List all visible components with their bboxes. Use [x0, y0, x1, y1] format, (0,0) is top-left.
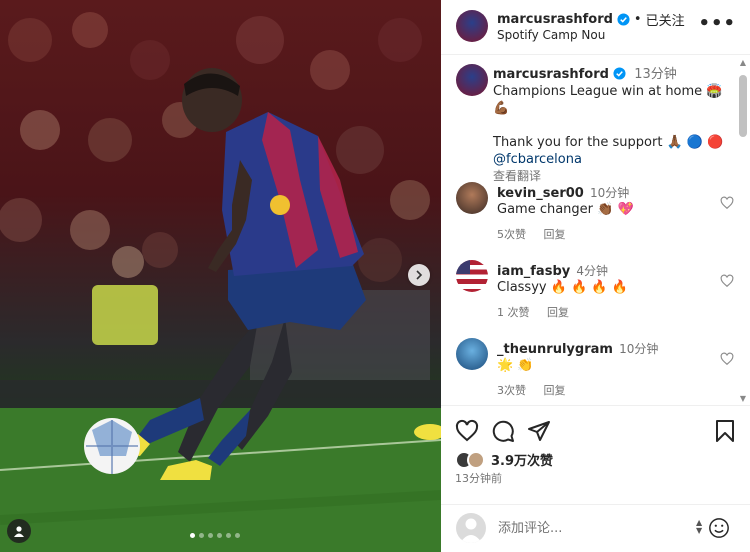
heart-icon[interactable]	[455, 419, 479, 443]
post-header: marcusrashford • 已关注 Spotify Camp Nou ••…	[441, 0, 750, 55]
bookmark-icon[interactable]	[714, 419, 736, 443]
comment-text: Game changer 👏🏾 💖	[497, 202, 634, 217]
current-user-avatar	[456, 513, 486, 543]
add-comment-bar: ▲▼	[441, 504, 750, 552]
post-time-ago: 13分钟前	[455, 472, 502, 485]
verified-badge-icon	[617, 13, 630, 26]
stepper-arrows-icon[interactable]: ▲ ▼	[696, 519, 702, 535]
caption-line: Thank you for the support 🙏🏾 🔵 🔴	[493, 135, 724, 150]
chevron-right-icon	[416, 270, 423, 280]
reply-button[interactable]: 回复	[544, 228, 566, 241]
post-caption: marcusrashford 13分钟 Champions League win…	[493, 66, 728, 185]
share-icon[interactable]	[527, 419, 551, 443]
scrollbar-thumb[interactable]	[739, 75, 747, 137]
caption-mention-link[interactable]: @fcbarcelona	[493, 152, 582, 167]
comment-time: 10分钟	[590, 186, 630, 200]
post-location[interactable]: Spotify Camp Nou	[497, 28, 605, 42]
verified-badge-icon	[613, 67, 626, 80]
commenter-username[interactable]: _theunrulygram	[497, 342, 613, 357]
author-line: marcusrashford • 已关注	[497, 10, 685, 29]
follow-status-button[interactable]: 已关注	[646, 10, 685, 29]
comment-likes[interactable]: 5次赞	[497, 228, 526, 241]
user-tag-icon	[14, 526, 24, 537]
comments-list[interactable]: marcusrashford 13分钟 Champions League win…	[441, 56, 750, 404]
caption-line: Champions League win at home 🏟️	[493, 84, 723, 99]
next-photo-button[interactable]	[408, 264, 430, 286]
caption-time: 13分钟	[634, 67, 677, 82]
carousel-dot	[226, 533, 231, 538]
post-side-panel: marcusrashford • 已关注 Spotify Camp Nou ••…	[441, 0, 750, 552]
commenter-avatar[interactable]	[456, 338, 488, 370]
comment-like-heart-icon[interactable]	[720, 196, 734, 210]
carousel-dot	[235, 533, 240, 538]
comment-item: iam_fasby 4分钟 Classyy 🔥 🔥 🔥 🔥 1 次赞 回复	[456, 260, 736, 334]
reply-button[interactable]: 回复	[544, 384, 566, 397]
comments-scrollbar[interactable]: ▲ ▼	[738, 58, 748, 404]
comment-text: 🌟 👏	[497, 358, 534, 373]
scroll-down-arrow-icon[interactable]: ▼	[738, 394, 748, 404]
comment-input[interactable]	[498, 517, 678, 539]
photo-scene	[0, 12, 441, 552]
caption-author-avatar[interactable]	[456, 64, 488, 96]
comment-icon[interactable]	[491, 419, 515, 443]
carousel-dot	[190, 533, 195, 538]
commenter-username[interactable]: iam_fasby	[497, 264, 570, 279]
post-photo[interactable]	[0, 0, 441, 552]
reply-button[interactable]: 回复	[547, 306, 569, 319]
more-options-icon[interactable]: •••	[698, 13, 736, 34]
scroll-up-arrow-icon[interactable]: ▲	[738, 58, 748, 68]
user-avatar-icon	[460, 518, 482, 543]
comment-likes[interactable]: 3次赞	[497, 384, 526, 397]
commenter-avatar[interactable]	[456, 182, 488, 214]
emoji-icon[interactable]	[708, 517, 730, 539]
caption-author-username[interactable]: marcusrashford	[493, 67, 609, 82]
carousel-dot	[208, 533, 213, 538]
user-tag-button[interactable]	[7, 519, 31, 543]
author-avatar[interactable]	[456, 10, 488, 42]
comment-time: 4分钟	[576, 264, 609, 278]
comment-item: kevin_ser00 10分钟 Game changer 👏🏾 💖 5次赞 回…	[456, 182, 736, 256]
see-translation-link[interactable]: 查看翻译	[493, 169, 541, 183]
post-actions: 3.9万次赞 13分钟前	[441, 405, 750, 505]
carousel-dot	[199, 533, 204, 538]
comment-likes[interactable]: 1 次赞	[497, 306, 530, 319]
comment-item: _theunrulygram 10分钟 🌟 👏 3次赞 回复	[456, 338, 736, 404]
comment-like-heart-icon[interactable]	[720, 352, 734, 366]
comment-like-heart-icon[interactable]	[720, 274, 734, 288]
commenter-username[interactable]: kevin_ser00	[497, 186, 584, 201]
comment-time: 10分钟	[619, 342, 659, 356]
carousel-dots	[190, 533, 240, 538]
carousel-dot	[217, 533, 222, 538]
comment-text: Classyy 🔥 🔥 🔥 🔥	[497, 280, 628, 295]
likes-count[interactable]: 3.9万次赞	[491, 450, 553, 469]
commenter-avatar[interactable]	[456, 260, 488, 292]
liker-avatar	[467, 450, 485, 469]
author-username[interactable]: marcusrashford	[497, 12, 613, 27]
caption-line: 💪🏾	[493, 101, 510, 116]
likes-summary[interactable]: 3.9万次赞	[455, 450, 553, 469]
